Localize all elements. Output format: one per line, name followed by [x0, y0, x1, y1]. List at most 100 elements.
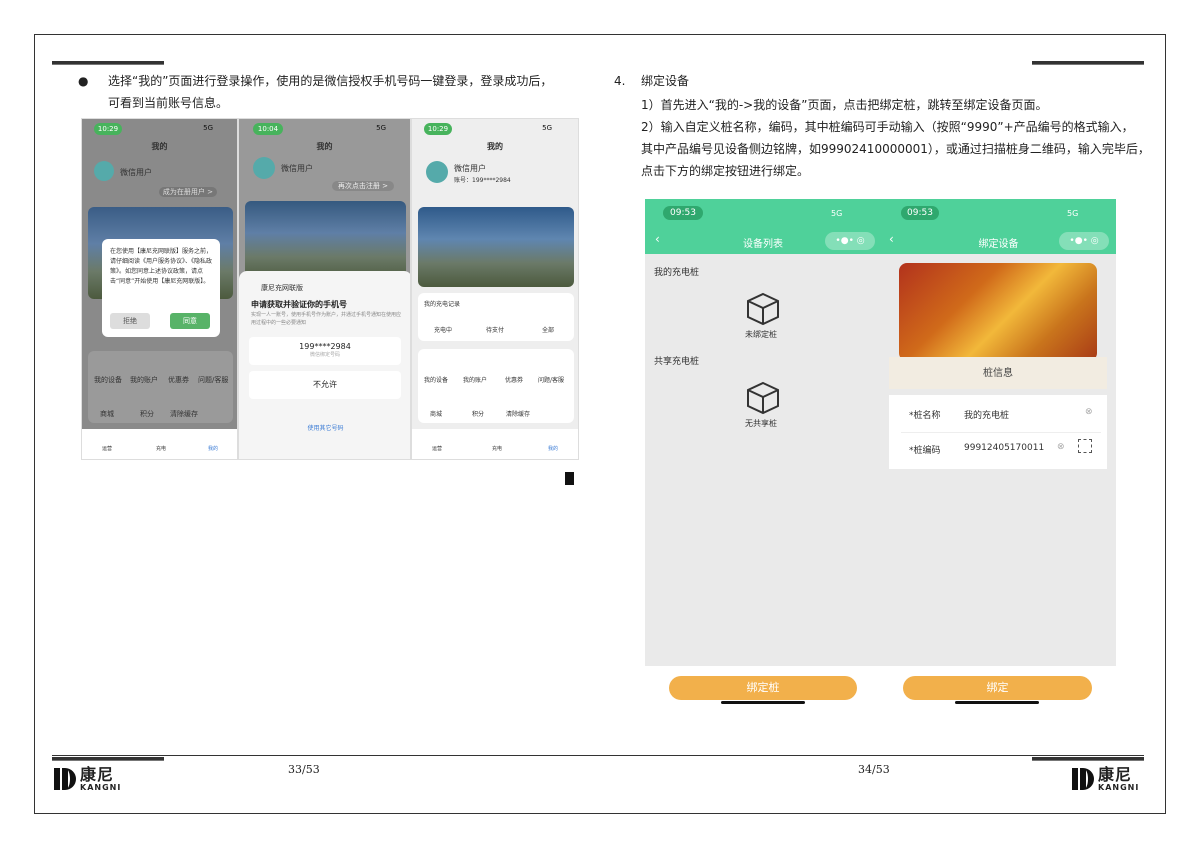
box-icon	[747, 292, 779, 326]
register-link[interactable]: 再次点击注册 >	[331, 181, 394, 191]
grid-clear-cache[interactable]: 清除缓存	[506, 409, 530, 418]
auth-heading: 申请获取并验证你的手机号	[251, 300, 347, 309]
divider	[901, 432, 1101, 433]
grid-points[interactable]: 积分	[140, 409, 154, 419]
status-signal: 5G	[203, 124, 213, 132]
pile-name-label: *桩名称	[909, 411, 941, 421]
refuse-button[interactable]: 拒绝	[110, 313, 150, 329]
pile-form: *桩名称 我的充电桩 ⊗ *桩编码 99912405170011 ⊗	[889, 395, 1107, 469]
user-name: 微信用户	[120, 168, 152, 177]
other-number-link[interactable]: 使用其它号码	[239, 423, 410, 432]
user-name: 微信用户	[281, 164, 313, 173]
pile-code-input[interactable]: 99912405170011	[964, 443, 1044, 453]
brand-cn: 康尼	[80, 764, 115, 784]
account-number: 账号：199****2984	[454, 177, 511, 184]
grid-support[interactable]: 问题/客服	[198, 375, 228, 385]
status-time: 10:04	[253, 123, 283, 135]
building-banner	[245, 201, 406, 281]
para-line-2: 可看到当前账号信息。	[108, 96, 229, 110]
brand-en: KANGNI	[80, 782, 122, 792]
tab-mine[interactable]: 我的	[548, 445, 558, 452]
footer-rule	[52, 755, 1144, 756]
screenshot-device-list: 09:53 5G ‹ 设备列表 •●• ◎ 我的充电桩 未绑定桩 共享充电桩 无…	[645, 199, 881, 666]
grid-my-account[interactable]: 我的账户	[463, 375, 487, 384]
grid-my-account[interactable]: 我的账户	[130, 375, 158, 385]
tab-charge[interactable]: 充电	[156, 445, 166, 452]
grid-points[interactable]: 积分	[472, 409, 484, 418]
state-all[interactable]: 全部	[542, 325, 554, 334]
auth-sheet: 康尼充网联版 申请获取并验证你的手机号 实现一人一账号，使用手机号作为账户，并通…	[239, 271, 410, 459]
pile-name-input[interactable]: 我的充电桩	[964, 408, 1009, 421]
capsule-menu-icon[interactable]: •●• ◎	[1059, 232, 1109, 250]
tab-bar: 运营 充电 我的	[82, 429, 237, 459]
section-title: 绑定设备	[641, 74, 690, 88]
brand-cn: 康尼	[1098, 764, 1133, 784]
record-title: 我的充电记录	[424, 301, 461, 308]
state-charging[interactable]: 充电中	[434, 325, 452, 334]
grid-support[interactable]: 问题/客服	[538, 375, 564, 384]
page-title: 我的	[316, 142, 333, 151]
home-indicator	[955, 701, 1039, 704]
kangni-logo-icon	[1070, 766, 1096, 792]
grid-mall[interactable]: 商城	[430, 409, 442, 418]
page-number-right: 34/53	[858, 763, 890, 776]
status-time: 10:29	[424, 123, 452, 135]
menu-grid: 我的设备 我的账户 优惠券 问题/客服 商城 积分 清除缓存	[88, 351, 233, 423]
screenshot-bind-device: 09:53 5G ‹ 绑定设备 •●• ◎ 桩信息 *桩名称 我的充电桩 ⊗ *…	[881, 199, 1116, 666]
screenshot-logged-in: 10:29 5G 我的 微信用户 账号：199****2984 我的充电记录 充…	[411, 118, 579, 460]
para-line-1: 选择“我的”页面进行登录操作，使用的是微信授权手机号码一键登录，登录成功后，	[108, 74, 553, 88]
page-title: 我的	[151, 142, 168, 151]
avatar	[253, 157, 275, 179]
card-banner	[899, 263, 1097, 361]
tab-operate[interactable]: 运营	[432, 445, 442, 452]
clear-icon[interactable]: ⊗	[1057, 442, 1065, 452]
box-icon	[747, 381, 779, 415]
bind-button[interactable]: 绑定	[903, 676, 1092, 700]
grid-clear-cache[interactable]: 清除缓存	[170, 409, 198, 419]
footer-bar-right	[1032, 757, 1144, 761]
no-bound-pile: 未绑定桩	[745, 330, 777, 339]
grid-coupons[interactable]: 优惠券	[168, 375, 189, 385]
bind-pile-button[interactable]: 绑定桩	[669, 676, 857, 700]
step-1: 1）首先进入“我的->我的设备”页面，点击把绑定桩，跳转至绑定设备页面。	[641, 98, 1048, 112]
home-indicator	[721, 701, 805, 704]
agree-button[interactable]: 同意	[170, 313, 210, 329]
user-name: 微信用户	[454, 164, 486, 173]
state-unpaid[interactable]: 待支付	[486, 325, 504, 334]
tab-operate[interactable]: 运营	[102, 445, 112, 452]
shared-piles-label: 共享充电桩	[654, 357, 700, 367]
screenshot-phone-auth: 10:04 5G 我的 微信用户 再次点击注册 > 康尼充网联版 申请获取并验证…	[238, 118, 411, 460]
no-shared-pile: 无共享桩	[745, 419, 777, 428]
step-2-line-1: 2）输入自定义桩名称，编码，其中桩编码可手动输入（按照“9990”+产品编号的格…	[641, 120, 1134, 134]
register-link[interactable]: 成为在册用户 >	[158, 187, 217, 197]
charge-record-card: 我的充电记录 充电中 待支付 全部	[418, 293, 574, 341]
avatar	[426, 161, 448, 183]
my-piles-label: 我的充电桩	[654, 268, 700, 278]
tab-charge[interactable]: 充电	[492, 445, 502, 452]
grid-coupons[interactable]: 优惠券	[505, 375, 523, 384]
tab-mine[interactable]: 我的	[208, 445, 218, 452]
grid-mall[interactable]: 商城	[100, 409, 114, 419]
grid-my-devices[interactable]: 我的设备	[424, 375, 448, 384]
phone-option[interactable]: 199****2984 微信绑定号码	[249, 337, 401, 365]
status-signal: 5G	[831, 209, 843, 218]
page-number-left: 33/53	[288, 763, 320, 776]
scan-icon[interactable]	[1078, 439, 1092, 453]
footer-bar-left	[52, 757, 164, 761]
kangni-logo-icon	[52, 766, 78, 792]
consent-text: 在您使用【康尼充网联版】服务之前，请仔细阅读《用户服务协议》、《隐私政策》。如您…	[110, 248, 213, 285]
capsule-menu-icon[interactable]: •●• ◎	[825, 232, 875, 250]
pile-info-title: 桩信息	[889, 357, 1107, 389]
building-banner	[418, 207, 574, 287]
clear-icon[interactable]: ⊗	[1085, 407, 1093, 417]
header-rule-right	[1032, 61, 1144, 65]
step-2-line-3: 点击下方的绑定按钮进行绑定。	[641, 164, 810, 178]
brand-logo-right: 康尼 KANGNI	[1070, 766, 1139, 792]
menu-grid: 我的设备 我的账户 优惠券 问题/客服 商城 积分 清除缓存	[418, 349, 574, 423]
deny-button[interactable]: 不允许	[249, 371, 401, 399]
brand-logo-left: 康尼 KANGNI	[52, 766, 121, 792]
grid-my-devices[interactable]: 我的设备	[94, 375, 122, 385]
status-time: 10:29	[94, 123, 122, 135]
consent-dialog: 在您使用【康尼充网联版】服务之前，请仔细阅读《用户服务协议》、《隐私政策》。如您…	[102, 239, 220, 337]
status-signal: 5G	[376, 124, 386, 132]
